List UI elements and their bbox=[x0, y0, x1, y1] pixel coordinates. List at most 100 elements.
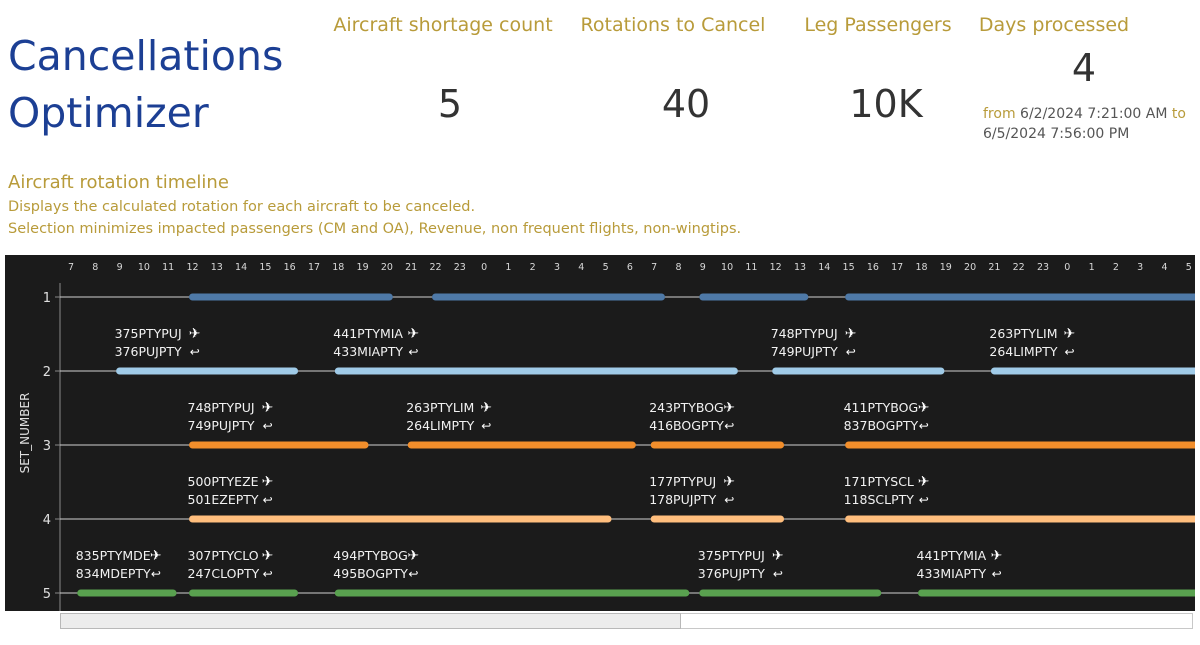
return-arrow-icon: ↩ bbox=[151, 567, 161, 581]
y-tick-label: 4 bbox=[43, 513, 51, 528]
airplane-icon: ✈ bbox=[918, 474, 930, 490]
x-tick-label: 2 bbox=[530, 262, 536, 273]
outbound-flight-label: 263PTYLIM bbox=[406, 400, 474, 415]
x-tick-label: 1 bbox=[1089, 262, 1095, 273]
x-tick-label: 16 bbox=[284, 262, 296, 273]
airplane-icon: ✈ bbox=[189, 326, 201, 342]
return-flight-label: 416BOGPTY bbox=[649, 418, 724, 433]
return-flight-label: 837BOGPTY bbox=[844, 418, 919, 433]
airplane-icon: ✈ bbox=[991, 548, 1003, 564]
kpi-rotations-label: Rotations to Cancel bbox=[580, 14, 766, 36]
kpi-shortage-value: 5 bbox=[437, 82, 463, 126]
x-tick-label: 20 bbox=[381, 262, 393, 273]
outbound-flight-label: 177PTYPUJ bbox=[649, 474, 716, 489]
x-tick-label: 8 bbox=[675, 262, 681, 273]
airplane-icon: ✈ bbox=[480, 400, 492, 416]
airplane-icon: ✈ bbox=[407, 548, 419, 564]
x-tick-label: 0 bbox=[1064, 262, 1070, 273]
outbound-flight-label: 243PTYBOG bbox=[649, 400, 724, 415]
x-tick-label: 13 bbox=[211, 262, 223, 273]
return-flight-label: 247CLOPTY bbox=[188, 566, 260, 581]
x-tick-label: 10 bbox=[721, 262, 733, 273]
date-range-from: 6/2/2024 7:21:00 AM bbox=[1020, 106, 1168, 122]
return-flight-label: 749PUJPTY bbox=[771, 344, 838, 359]
date-range-to-word: to bbox=[1171, 106, 1186, 122]
section-description-1: Displays the calculated rotation for eac… bbox=[8, 199, 476, 215]
outbound-flight-label: 441PTYMIA bbox=[917, 548, 987, 563]
x-tick-label: 21 bbox=[405, 262, 417, 273]
x-tick-label: 5 bbox=[603, 262, 609, 273]
kpi-rotations-value: 40 bbox=[661, 82, 711, 126]
section-description-2: Selection minimizes impacted passengers … bbox=[8, 221, 742, 237]
outbound-flight-label: 748PTYPUJ bbox=[188, 400, 255, 415]
return-flight-label: 501EZEPTY bbox=[188, 492, 259, 507]
return-flight-label: 495BOGPTY bbox=[333, 566, 408, 581]
return-arrow-icon: ↩ bbox=[919, 493, 929, 507]
outbound-flight-label: 307PTYCLO bbox=[188, 548, 259, 563]
airplane-icon: ✈ bbox=[772, 548, 784, 564]
x-tick-label: 4 bbox=[1161, 262, 1167, 273]
outbound-flight-label: 835PTYMDE bbox=[76, 548, 151, 563]
page-title: Cancellations Optimizer bbox=[8, 32, 284, 137]
return-flight-label: 118SCLPTY bbox=[844, 492, 915, 507]
x-tick-label: 7 bbox=[68, 262, 74, 273]
airplane-icon: ✈ bbox=[723, 474, 735, 490]
airplane-icon: ✈ bbox=[262, 474, 274, 490]
return-arrow-icon: ↩ bbox=[263, 419, 273, 433]
x-tick-label: 14 bbox=[818, 262, 830, 273]
return-arrow-icon: ↩ bbox=[408, 567, 418, 581]
y-tick-label: 3 bbox=[43, 439, 51, 454]
return-flight-label: 264LIMPTY bbox=[989, 344, 1057, 359]
return-arrow-icon: ↩ bbox=[408, 345, 418, 359]
return-arrow-icon: ↩ bbox=[724, 419, 734, 433]
horizontal-scrollbar-thumb[interactable] bbox=[60, 613, 681, 629]
return-flight-label: 749PUJPTY bbox=[188, 418, 255, 433]
x-tick-label: 12 bbox=[186, 262, 198, 273]
airplane-icon: ✈ bbox=[262, 400, 274, 416]
return-arrow-icon: ↩ bbox=[190, 345, 200, 359]
outbound-flight-label: 494PTYBOG bbox=[333, 548, 408, 563]
airplane-icon: ✈ bbox=[918, 400, 930, 416]
x-tick-label: 17 bbox=[308, 262, 320, 273]
return-arrow-icon: ↩ bbox=[773, 567, 783, 581]
x-tick-label: 20 bbox=[964, 262, 976, 273]
x-tick-label: 17 bbox=[891, 262, 903, 273]
return-arrow-icon: ↩ bbox=[919, 419, 929, 433]
x-tick-label: 11 bbox=[162, 262, 174, 273]
date-range-to: 6/5/2024 7:56:00 PM bbox=[983, 126, 1130, 142]
y-axis-title: SET_NUMBER bbox=[18, 393, 32, 474]
rotation-timeline-chart[interactable]: 7 8 9 10 11 12 13 14 15 16 17 18 19 20 21 22 23 0 1 2 3 4 5 6 7 8… bbox=[5, 255, 1195, 611]
x-tick-label: 5 bbox=[1186, 262, 1192, 273]
x-tick-label: 18 bbox=[915, 262, 927, 273]
x-tick-label: 16 bbox=[867, 262, 879, 273]
airplane-icon: ✈ bbox=[262, 548, 274, 564]
y-tick-label: 2 bbox=[43, 365, 51, 380]
x-tick-label: 18 bbox=[332, 262, 344, 273]
date-range-from-word: from bbox=[983, 106, 1016, 122]
outbound-flight-label: 263PTYLIM bbox=[989, 326, 1057, 341]
airplane-icon: ✈ bbox=[150, 548, 162, 564]
kpi-days-label: Days processed bbox=[978, 14, 1130, 36]
return-flight-label: 376PUJPTY bbox=[115, 344, 182, 359]
return-arrow-icon: ↩ bbox=[263, 567, 273, 581]
airplane-icon: ✈ bbox=[407, 326, 419, 342]
airplane-icon: ✈ bbox=[845, 326, 857, 342]
x-tick-label: 9 bbox=[700, 262, 706, 273]
rotation-timeline-svg[interactable]: 7 8 9 10 11 12 13 14 15 16 17 18 19 20 21 22 23 0 1 2 3 4 5 6 7 8… bbox=[5, 255, 1195, 611]
airplane-icon: ✈ bbox=[1064, 326, 1076, 342]
x-tick-label: 14 bbox=[235, 262, 247, 273]
x-tick-label: 15 bbox=[843, 262, 855, 273]
x-tick-label: 11 bbox=[745, 262, 757, 273]
x-tick-label: 4 bbox=[578, 262, 584, 273]
return-arrow-icon: ↩ bbox=[992, 567, 1002, 581]
x-tick-label: 13 bbox=[794, 262, 806, 273]
outbound-flight-label: 748PTYPUJ bbox=[771, 326, 838, 341]
x-tick-label: 22 bbox=[1013, 262, 1025, 273]
x-tick-label: 23 bbox=[454, 262, 466, 273]
x-tick-label: 3 bbox=[554, 262, 560, 273]
x-tick-label: 6 bbox=[627, 262, 633, 273]
x-tick-label: 2 bbox=[1113, 262, 1119, 273]
x-tick-label: 3 bbox=[1137, 262, 1143, 273]
return-flight-label: 376PUJPTY bbox=[698, 566, 765, 581]
x-tick-label: 22 bbox=[429, 262, 441, 273]
